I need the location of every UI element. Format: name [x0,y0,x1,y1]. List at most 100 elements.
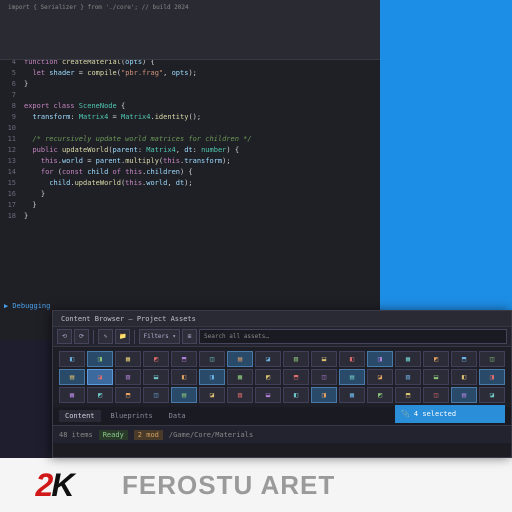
asset-icon: ◩ [154,355,158,363]
asset-cell[interactable]: ▥ [227,387,253,403]
asset-cell[interactable]: ◨ [367,351,393,367]
line-number: 14 [4,167,16,178]
code-line[interactable]: 14 for (const child of this.children) { [4,167,372,178]
code-line[interactable]: 16 } [4,189,372,200]
asset-tab-blueprints[interactable]: Blueprints [105,410,159,422]
asset-cell[interactable]: ◪ [87,369,113,385]
code-line[interactable]: 11 /* recursively update world matrices … [4,134,372,145]
asset-cell[interactable]: ◨ [479,369,505,385]
asset-cell[interactable]: ◪ [255,351,281,367]
asset-icon: ◨ [322,391,326,399]
toolbar-button-4[interactable]: Filters ▾ [139,329,180,344]
asset-icon: ◨ [490,373,494,381]
asset-cell[interactable]: ◫ [311,369,337,385]
line-number: 6 [4,79,16,90]
asset-icon: ◩ [378,391,382,399]
asset-cell[interactable]: ◨ [87,351,113,367]
asset-cell[interactable]: ◧ [283,387,309,403]
asset-cell[interactable]: ◩ [423,351,449,367]
toolbar-button-1[interactable]: ⟳ [74,329,89,344]
asset-cell[interactable]: ⬒ [283,369,309,385]
asset-cell[interactable]: ▤ [339,369,365,385]
asset-cell[interactable]: ◧ [59,351,85,367]
asset-cell[interactable]: ◩ [87,387,113,403]
asset-cell[interactable]: ▤ [227,351,253,367]
code-editor-body[interactable]: 1// initialize framebuffer2const rendere… [0,18,380,340]
asset-icon: ◫ [322,373,326,381]
toolbar-button-3[interactable]: 📁 [115,329,130,344]
asset-cell[interactable]: ◪ [479,387,505,403]
asset-cell[interactable]: ▦ [59,387,85,403]
asset-icon: ◫ [210,355,214,363]
asset-icon: ◪ [210,391,214,399]
asset-cell[interactable]: ▥ [283,351,309,367]
code-line[interactable]: 5 let shader = compile("pbr.frag", opts)… [4,68,372,79]
asset-cell[interactable]: ▥ [115,369,141,385]
asset-icon: ▥ [406,373,410,381]
asset-cell[interactable]: ▦ [395,351,421,367]
asset-cell[interactable]: ◧ [451,369,477,385]
asset-cell[interactable]: ⬒ [395,387,421,403]
asset-cell[interactable]: ◫ [423,387,449,403]
asset-tab-content[interactable]: Content [59,410,101,422]
asset-cell[interactable]: ⬓ [311,351,337,367]
toolbar-button-2[interactable]: ✎ [98,329,113,344]
desktop-accent-panel [380,0,512,340]
asset-search-input[interactable]: Search all assets… [199,329,507,344]
asset-icon: ◨ [210,373,214,381]
status-chip-ready: Ready [99,430,128,440]
status-item-count: 48 items [59,431,93,439]
line-number: 16 [4,189,16,200]
code-line[interactable]: 18} [4,211,372,222]
asset-cell[interactable]: ⬒ [451,351,477,367]
editor-hint-text: import { Serializer } from './core'; // … [0,0,380,16]
asset-cell[interactable]: ▦ [227,369,253,385]
asset-tab-data[interactable]: Data [163,410,192,422]
asset-icon: ◫ [434,391,438,399]
code-line[interactable]: 13 this.world = parent.multiply(this.tra… [4,156,372,167]
asset-cell[interactable]: ▦ [115,351,141,367]
code-line[interactable]: 9 transform: Matrix4 = Matrix4.identity(… [4,112,372,123]
asset-cell[interactable]: ◩ [367,387,393,403]
asset-cell[interactable]: ⬒ [171,351,197,367]
asset-cell[interactable]: ▤ [451,387,477,403]
code-line[interactable]: 12 public updateWorld(parent: Matrix4, d… [4,145,372,156]
asset-browser-titlebar[interactable]: Content Browser — Project Assets [53,311,511,327]
asset-cell[interactable]: ◪ [367,369,393,385]
asset-cell[interactable]: ▤ [171,387,197,403]
asset-cell[interactable]: ⬓ [423,369,449,385]
code-line[interactable]: 6} [4,79,372,90]
asset-cell[interactable]: ◨ [199,369,225,385]
asset-cell[interactable]: ◪ [199,387,225,403]
code-line[interactable]: 15 child.updateWorld(this.world, dt); [4,178,372,189]
debug-sidebar-label[interactable]: ▶ Debugging [0,300,54,312]
asset-cell[interactable]: ▥ [395,369,421,385]
asset-cell[interactable]: ⬒ [115,387,141,403]
asset-icon: ▤ [238,355,242,363]
asset-cell[interactable]: ▦ [339,387,365,403]
asset-cell[interactable]: ◫ [143,387,169,403]
line-number: 11 [4,134,16,145]
asset-cell[interactable]: ◫ [479,351,505,367]
asset-cell[interactable]: ⬓ [255,387,281,403]
selection-callout[interactable]: 📎 4 selected [395,405,505,423]
asset-cell[interactable]: ◨ [311,387,337,403]
asset-icon: ◧ [462,373,466,381]
asset-cell[interactable]: ◧ [339,351,365,367]
code-line[interactable]: 7 [4,90,372,101]
asset-cell[interactable]: ◩ [255,369,281,385]
asset-cell[interactable]: ▤ [59,369,85,385]
asset-cell[interactable]: ◧ [171,369,197,385]
asset-cell[interactable]: ◫ [199,351,225,367]
toolbar-button-0[interactable]: ⟲ [57,329,72,344]
asset-icon: ▥ [294,355,298,363]
asset-icon: ⬓ [322,355,326,363]
toolbar-button-5[interactable]: ⊞ [182,329,197,344]
asset-cell[interactable]: ◩ [143,351,169,367]
code-line[interactable]: 8export class SceneNode { [4,101,372,112]
code-line[interactable]: 10 [4,123,372,134]
code-line[interactable]: 17 } [4,200,372,211]
asset-browser-window: Content Browser — Project Assets ⟲⟳ ✎📁 Fil… [52,310,512,458]
asset-icon: ◩ [266,373,270,381]
asset-cell[interactable]: ⬓ [143,369,169,385]
